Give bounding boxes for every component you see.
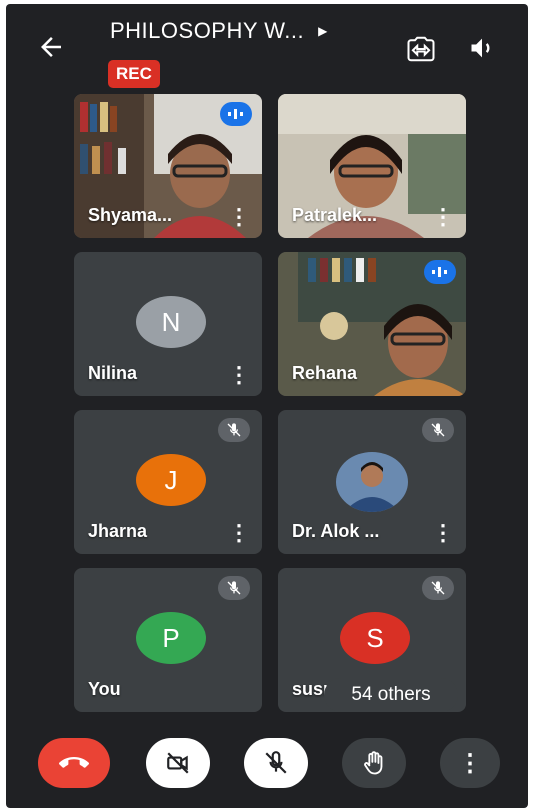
others-count-chip[interactable]: 54 others — [324, 678, 458, 712]
participant-name: Nilina — [88, 363, 138, 383]
end-call-icon — [59, 757, 89, 768]
participant-tile-you[interactable]: P You — [74, 568, 262, 712]
switch-camera-icon[interactable] — [406, 34, 436, 64]
avatar: P — [136, 612, 206, 664]
meeting-title: PHILOSOPHY W... — [110, 18, 305, 43]
mic-off-icon — [218, 576, 250, 600]
end-call-button[interactable] — [38, 738, 110, 788]
avatar: N — [136, 296, 206, 348]
mic-off-icon — [422, 576, 454, 600]
avatar: S — [340, 612, 410, 664]
participant-tile-patralekha[interactable]: Patralek... ⋮ — [278, 94, 466, 238]
more-vert-icon: ⋮ — [458, 749, 482, 777]
more-vert-icon[interactable]: ⋮ — [432, 206, 454, 228]
camera-off-icon — [167, 752, 189, 774]
raise-hand-button[interactable] — [342, 738, 406, 788]
audio-level-icon — [220, 102, 252, 126]
mic-off-icon — [218, 418, 250, 442]
mic-off-icon — [422, 418, 454, 442]
recording-badge: REC — [108, 60, 160, 88]
participant-name: Jharna — [88, 521, 148, 541]
avatar-photo — [336, 452, 408, 512]
more-vert-icon[interactable]: ⋮ — [228, 522, 250, 544]
participant-name: Rehana — [292, 363, 358, 383]
participant-tile-jharna[interactable]: J Jharna ⋮ — [74, 410, 262, 554]
more-vert-icon[interactable]: ⋮ — [228, 364, 250, 386]
participant-name: You — [88, 679, 121, 699]
hand-raise-icon — [364, 751, 383, 775]
caret-right-icon: ▶ — [318, 24, 328, 38]
participant-name: Shyama... — [88, 205, 173, 225]
participant-tile-nilina[interactable]: N Nilina ⋮ — [74, 252, 262, 396]
meet-call-screen: PHILOSOPHY W... ▶ REC Shyama... ⋮ Patral… — [6, 4, 528, 808]
participant-tile-rehana[interactable]: Rehana — [278, 252, 466, 396]
avatar: J — [136, 454, 206, 506]
speaker-icon[interactable] — [468, 34, 498, 64]
back-arrow-icon[interactable] — [36, 32, 66, 62]
participant-name: Dr. Alok ... — [292, 521, 380, 541]
participant-tile-shyama[interactable]: Shyama... ⋮ — [74, 94, 262, 238]
camera-toggle-button[interactable] — [146, 738, 210, 788]
audio-level-icon — [424, 260, 456, 284]
more-options-button[interactable]: ⋮ — [440, 738, 500, 788]
participant-name: Patralek... — [292, 205, 378, 225]
participant-tile-dr-alok[interactable]: Dr. Alok ... ⋮ — [278, 410, 466, 554]
mic-toggle-button[interactable] — [244, 738, 308, 788]
more-vert-icon[interactable]: ⋮ — [228, 206, 250, 228]
mic-off-icon — [265, 751, 287, 774]
meeting-title-button[interactable]: PHILOSOPHY W... ▶ — [110, 18, 328, 44]
top-bar: PHILOSOPHY W... ▶ REC — [6, 4, 528, 94]
more-vert-icon[interactable]: ⋮ — [432, 522, 454, 544]
